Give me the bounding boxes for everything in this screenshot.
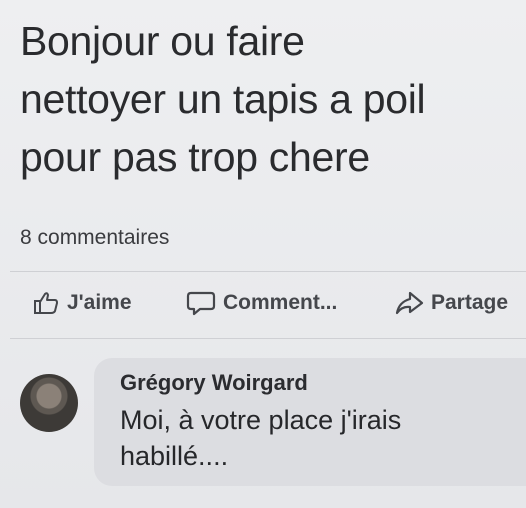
share-button[interactable]: Partage xyxy=(394,290,508,316)
comment-author[interactable]: Grégory Woirgard xyxy=(120,370,308,396)
facebook-post: Bonjour ou faire nettoyer un tapis a poi… xyxy=(0,0,526,508)
divider xyxy=(10,271,526,272)
share-arrow-icon xyxy=(395,291,424,315)
thumbs-up-icon xyxy=(34,292,58,314)
comment-text: Moi, à votre place j'irais habillé.... xyxy=(120,402,401,474)
avatar[interactable] xyxy=(20,374,78,432)
comment-text-line: habillé.... xyxy=(120,441,229,471)
divider xyxy=(10,338,526,339)
post-text-line: nettoyer un tapis a poil xyxy=(20,76,426,122)
post-text: Bonjour ou faire nettoyer un tapis a poi… xyxy=(20,12,510,186)
action-bar: J'aime Comment... Partage xyxy=(0,284,526,328)
comment-button[interactable]: Comment... xyxy=(186,290,337,316)
post-text-line: Bonjour ou faire xyxy=(20,18,305,64)
comment-text-line: Moi, à votre place j'irais xyxy=(120,405,402,435)
comment: Grégory Woirgard Moi, à votre place j'ir… xyxy=(14,358,526,498)
comment-count-link[interactable]: 8 commentaires xyxy=(20,226,169,250)
comment-label: Comment... xyxy=(223,291,338,314)
post-text-line: pour pas trop chere xyxy=(20,134,370,180)
like-label: J'aime xyxy=(67,291,132,314)
comment-bubble: Grégory Woirgard Moi, à votre place j'ir… xyxy=(94,358,526,486)
share-label: Partage xyxy=(431,291,509,314)
speech-bubble-icon xyxy=(186,291,216,316)
like-button[interactable]: J'aime xyxy=(32,290,132,316)
